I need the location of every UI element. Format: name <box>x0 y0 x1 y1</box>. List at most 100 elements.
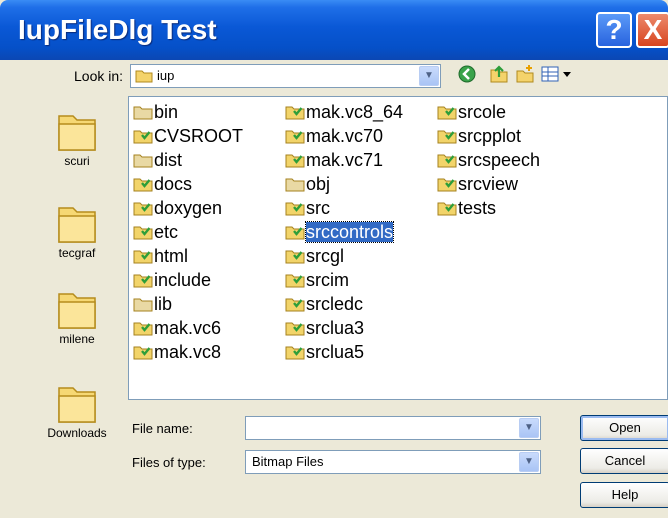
folder-icon <box>58 387 96 423</box>
file-name-text: docs <box>154 174 193 194</box>
look-in-value: iup <box>157 68 175 83</box>
file-name-text: obj <box>306 174 331 194</box>
file-item[interactable]: srcspeech <box>437 149 540 171</box>
place-label: milene <box>59 332 95 346</box>
folder-icon <box>285 322 305 336</box>
folder-icon <box>58 207 96 243</box>
folder-icon <box>285 130 305 144</box>
file-name-text: html <box>154 246 189 266</box>
folder-icon <box>133 346 153 360</box>
file-name-text: CVSROOT <box>154 126 244 146</box>
new-folder-icon[interactable] <box>514 64 536 88</box>
place-downloads[interactable]: Downloads <box>32 382 122 440</box>
file-type-value: Bitmap Files <box>252 454 324 469</box>
views-menu-icon[interactable] <box>540 64 574 88</box>
up-folder-icon[interactable] <box>488 64 510 88</box>
file-name-label: File name: <box>132 421 193 436</box>
file-name-text: srcspeech <box>458 150 541 170</box>
file-item[interactable]: mak.vc8_64 <box>285 101 403 123</box>
file-item[interactable]: mak.vc6 <box>133 317 221 339</box>
file-item[interactable]: html <box>133 245 188 267</box>
file-item[interactable]: mak.vc71 <box>285 149 383 171</box>
file-item[interactable]: srcview <box>437 173 518 195</box>
chevron-down-icon[interactable]: ▼ <box>519 418 539 438</box>
file-name-text: srclua5 <box>306 342 365 362</box>
folder-icon <box>133 130 153 144</box>
folder-icon <box>285 274 305 288</box>
file-name-text: srcgl <box>306 246 345 266</box>
folder-icon <box>285 250 305 264</box>
file-item[interactable]: src <box>285 197 330 219</box>
place-tecgraf[interactable]: tecgraf <box>32 202 122 260</box>
file-name-text: mak.vc71 <box>306 150 384 170</box>
place-milene[interactable]: milene <box>32 288 122 346</box>
look-in-label: Look in: <box>74 68 124 84</box>
file-item[interactable]: obj <box>285 173 330 195</box>
file-name-input[interactable]: ▼ <box>245 416 541 440</box>
help-button[interactable]: Help <box>580 482 668 508</box>
folder-icon <box>58 115 96 151</box>
file-type-label: Files of type: <box>132 455 206 470</box>
file-name-text: srcpplot <box>458 126 522 146</box>
file-item[interactable]: srccontrols <box>285 221 395 243</box>
window-title: IupFileDlg Test <box>18 14 217 45</box>
file-item[interactable]: srclua3 <box>285 317 364 339</box>
title-bar[interactable]: IupFileDlg Test ? X <box>0 0 668 60</box>
file-item[interactable]: srcledc <box>285 293 363 315</box>
file-item[interactable]: docs <box>133 173 192 195</box>
file-item[interactable]: lib <box>133 293 172 315</box>
file-type-dropdown[interactable]: Bitmap Files ▼ <box>245 450 541 474</box>
file-item[interactable]: tests <box>437 197 496 219</box>
file-item[interactable]: bin <box>133 101 178 123</box>
file-name-text: include <box>154 270 212 290</box>
file-item[interactable]: srcim <box>285 269 349 291</box>
folder-icon <box>133 106 153 120</box>
folder-icon <box>437 106 457 120</box>
place-label: scuri <box>64 154 90 168</box>
file-item[interactable]: srcgl <box>285 245 344 267</box>
chevron-down-icon[interactable]: ▼ <box>519 452 539 472</box>
folder-icon <box>285 226 305 240</box>
file-name-text: bin <box>154 102 179 122</box>
chevron-down-icon[interactable]: ▼ <box>419 66 439 86</box>
file-item[interactable]: CVSROOT <box>133 125 243 147</box>
folder-icon <box>58 293 96 329</box>
file-item[interactable]: include <box>133 269 211 291</box>
file-dialog-window: IupFileDlg Test ? X Look in: iup ▼ scuri <box>0 0 668 518</box>
open-button[interactable]: Open <box>580 415 668 441</box>
file-name-text: srccontrols <box>304 221 395 243</box>
file-item[interactable]: doxygen <box>133 197 222 219</box>
places-bar: scuri tecgraf milene Downloads <box>32 92 122 518</box>
file-item[interactable]: mak.vc70 <box>285 125 383 147</box>
close-title-button[interactable]: X <box>636 12 668 48</box>
file-item[interactable]: dist <box>133 149 182 171</box>
folder-icon <box>285 154 305 168</box>
folder-icon <box>285 106 305 120</box>
file-name-text: srcole <box>458 102 507 122</box>
folder-icon <box>133 298 153 312</box>
file-item[interactable]: srcpplot <box>437 125 521 147</box>
file-list[interactable]: bin CVSROOT dist docs doxygen etc html include l… <box>128 96 668 400</box>
file-name-text: mak.vc6 <box>154 318 222 338</box>
file-item[interactable]: mak.vc8 <box>133 341 221 363</box>
file-name-text: doxygen <box>154 198 223 218</box>
file-item[interactable]: etc <box>133 221 178 243</box>
folder-icon <box>437 154 457 168</box>
cancel-button[interactable]: Cancel <box>580 448 668 474</box>
file-name-text: mak.vc70 <box>306 126 384 146</box>
file-item[interactable]: srcole <box>437 101 506 123</box>
file-name-text: mak.vc8 <box>154 342 222 362</box>
folder-icon <box>133 178 153 192</box>
folder-icon <box>437 202 457 216</box>
file-name-text: src <box>306 198 330 218</box>
help-title-button[interactable]: ? <box>596 12 632 48</box>
folder-icon <box>133 274 153 288</box>
folder-icon <box>437 178 457 192</box>
folder-icon <box>437 130 457 144</box>
folder-icon <box>285 178 305 192</box>
look-in-dropdown[interactable]: iup ▼ <box>130 64 441 88</box>
file-item[interactable]: srclua5 <box>285 341 364 363</box>
folder-icon <box>133 250 153 264</box>
back-icon[interactable] <box>456 64 478 88</box>
place-scuri[interactable]: scuri <box>32 110 122 168</box>
